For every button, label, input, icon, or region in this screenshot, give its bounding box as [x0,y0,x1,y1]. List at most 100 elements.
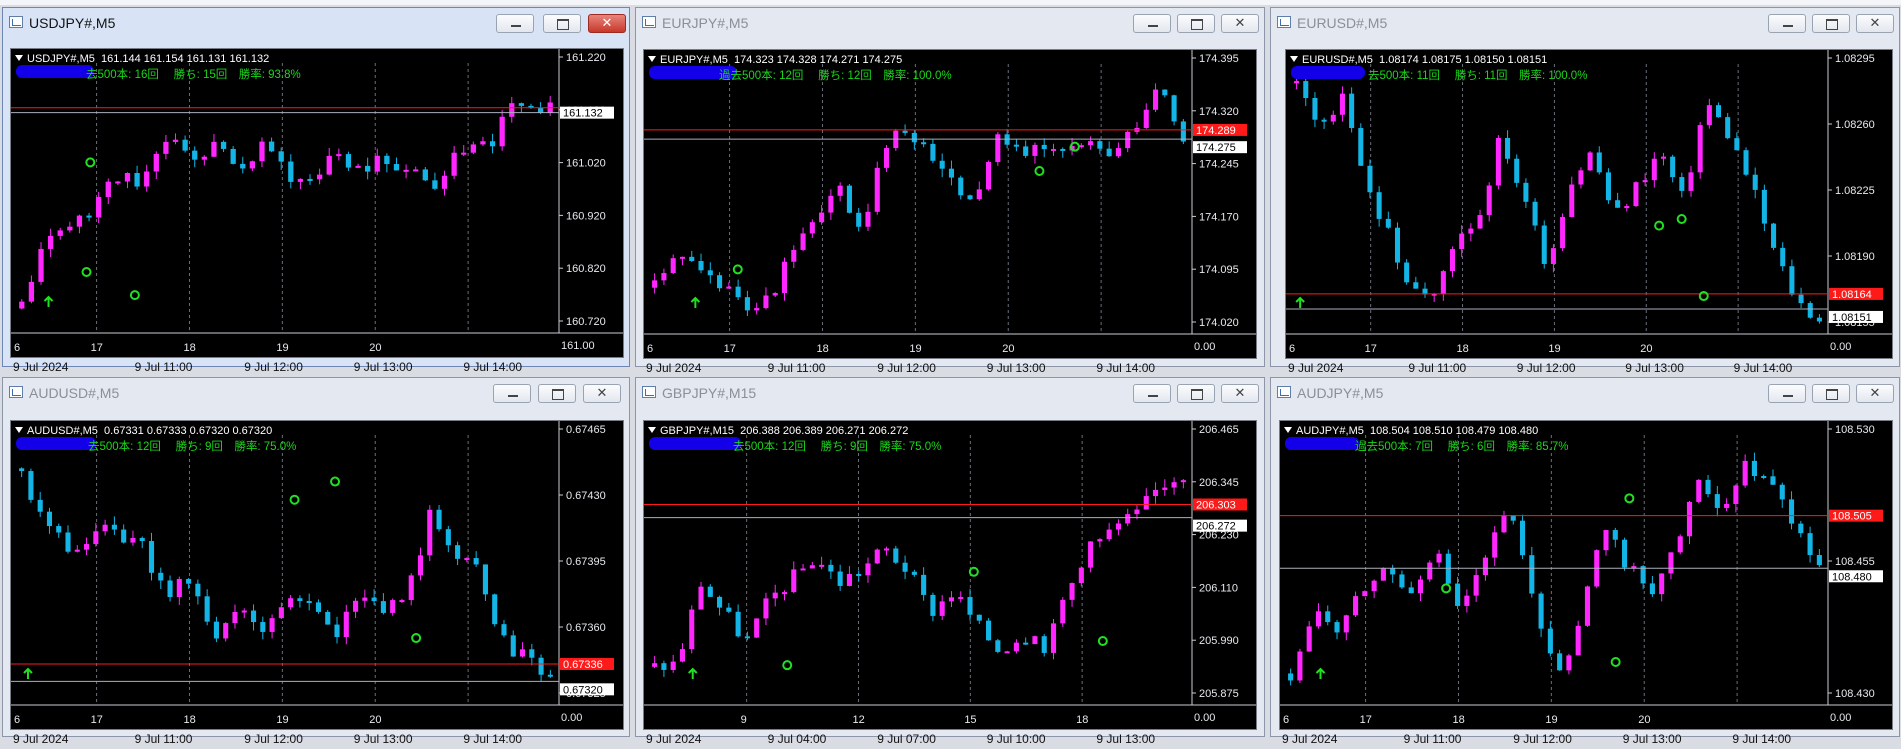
date-time-label: 9 Jul 14:00 [463,732,522,746]
collapse-triangle-icon[interactable] [1290,56,1298,62]
collapse-triangle-icon[interactable] [15,427,23,433]
maximize-button[interactable] [1177,14,1215,33]
candle-body [1523,182,1529,202]
chart-window-audjpy[interactable]: AUDJPY#,M5 ✕ 108.530 108.455 108.430 0.00 10… [1270,377,1900,746]
price-chart[interactable]: 1.08295 1.08260 1.08225 1.08190 1.08155 0.00 1… [1285,49,1893,375]
close-button[interactable]: ✕ [1221,384,1259,403]
collapse-triangle-icon[interactable] [15,55,23,61]
window-titlebar[interactable]: AUDJPY#,M5 ✕ [1271,378,1899,406]
date-time-label: 9 Jul 13:00 [354,360,413,374]
minimize-button[interactable] [1133,384,1171,403]
date-time-label: 9 Jul 12:00 [1517,361,1576,375]
candle-body [417,555,424,576]
candle-body [1385,218,1391,228]
minimize-button[interactable] [1768,384,1806,403]
symbol-label: GBPJPY#,M15 [660,425,734,437]
candle-body [1761,475,1767,478]
current-price-label: 174.275 [1196,142,1236,154]
window-titlebar[interactable]: EURUSD#,M5 ✕ [1271,8,1899,36]
window-titlebar[interactable]: EURJPY#,M5 ✕ [636,8,1264,36]
minimize-button[interactable] [1133,14,1171,33]
maximize-button[interactable] [538,384,576,403]
chart-window-usdjpy[interactable]: USDJPY#,M5 ✕ 161.220161.120161.020160.92… [2,7,630,374]
candle-body [1464,595,1470,606]
collapse-triangle-icon[interactable] [1284,427,1292,433]
chart-window-gbpjpy[interactable]: GBPJPY#,M15 ✕ 206.465 206.345 206.230 206.1… [635,377,1265,746]
chart-window-eurusd[interactable]: EURUSD#,M5 ✕ 1.08295 1.08260 1.08225 1.0819… [1270,7,1900,375]
price-tick-label: 0.67360 [566,622,606,634]
window-titlebar[interactable]: AUDUSD#,M5 ✕ [3,378,629,406]
collapse-triangle-icon[interactable] [648,427,656,433]
price-chart[interactable]: 161.220161.120161.020160.920160.820160.7… [10,48,624,374]
date-time-label: 9 Jul 2024 [646,732,702,746]
date-time-label: 9 Jul 11:00 [135,732,193,746]
price-tick-label: 161.020 [566,158,606,170]
maximize-button[interactable] [543,14,581,33]
price-tick-label: 1.08260 [1835,119,1875,131]
candle-body [819,564,825,567]
price-tick-label: 108.530 [1835,424,1875,436]
signal-circle-icon [732,264,743,275]
candle-body [278,151,284,162]
close-button[interactable]: ✕ [1856,384,1894,403]
candle-body [121,529,127,543]
price-chart[interactable]: 174.395 174.320 174.245 174.170 174.095 174.0… [643,49,1257,375]
date-time-label: 9 Jul 04:00 [768,732,827,746]
signal-up-arrow-icon [688,667,698,679]
window-title: GBPJPY#,M15 [662,385,757,401]
price-axis-zero-label: 0.00 [1194,712,1215,724]
candle-body [754,618,760,638]
candle-body [744,297,750,311]
window-titlebar[interactable]: GBPJPY#,M15 ✕ [636,378,1264,406]
chart-svg: 108.530 108.455 108.430 0.00 108.505 108.480 6… [1280,421,1892,746]
candle-body [1486,185,1492,216]
signal-circle-icon [1654,220,1665,231]
close-button[interactable]: ✕ [583,384,621,403]
candle-body [726,607,732,612]
candle-body [115,181,121,184]
time-axis-label: 18 [1452,714,1464,726]
close-button[interactable]: ✕ [1856,14,1894,33]
time-axis-label: 19 [276,714,288,726]
close-button[interactable]: ✕ [588,14,626,33]
candle-body [1404,262,1410,283]
minimize-button[interactable] [496,14,534,33]
candle-body [1816,555,1822,566]
minimize-button[interactable] [493,384,531,403]
candle-body [441,175,448,189]
candle-body [19,301,25,309]
candle-body [1560,216,1566,249]
candle-body [1492,532,1498,558]
price-chart[interactable]: 108.530 108.455 108.430 0.00 108.505 108.480 6… [1279,420,1893,746]
candle-body [948,168,955,178]
maximize-button[interactable] [1177,384,1215,403]
maximize-button[interactable] [1812,14,1850,33]
minimize-button[interactable] [1768,14,1806,33]
candle-body [1004,651,1010,654]
chart-window-audusd[interactable]: AUDUSD#,M5 ✕ 0.67465 0.67430 0.67395 0.6736… [2,377,630,746]
maximize-button[interactable] [1812,384,1850,403]
candle-body [1371,580,1377,592]
signal-circle-icon [782,660,793,671]
candle-body [316,174,323,180]
candle-body [1325,611,1331,623]
candle-body [1060,148,1066,151]
candle-body [754,308,760,311]
candle-body [986,620,992,641]
candle-body [939,160,945,169]
price-chart[interactable]: 0.674650.674300.673950.673600.673250.000… [10,420,624,746]
candle-body [47,235,54,249]
candle-body [1633,182,1639,207]
close-button[interactable]: ✕ [1221,14,1259,33]
candle-body [297,598,303,602]
window-titlebar[interactable]: USDJPY#,M5 ✕ [3,8,629,36]
candle-body [679,256,686,259]
candle-body [380,601,386,613]
candle-body [661,663,667,670]
redacted-scribble [1285,437,1359,450]
collapse-triangle-icon[interactable] [648,56,656,62]
chart-window-eurjpy[interactable]: EURJPY#,M5 ✕ 174.395 174.320 174.245 174.17… [635,7,1265,375]
candle-body [509,103,515,117]
price-chart[interactable]: 206.465 206.345 206.230 206.110 205.990 205.8… [643,420,1257,746]
price-tick-label: 108.430 [1835,688,1875,700]
